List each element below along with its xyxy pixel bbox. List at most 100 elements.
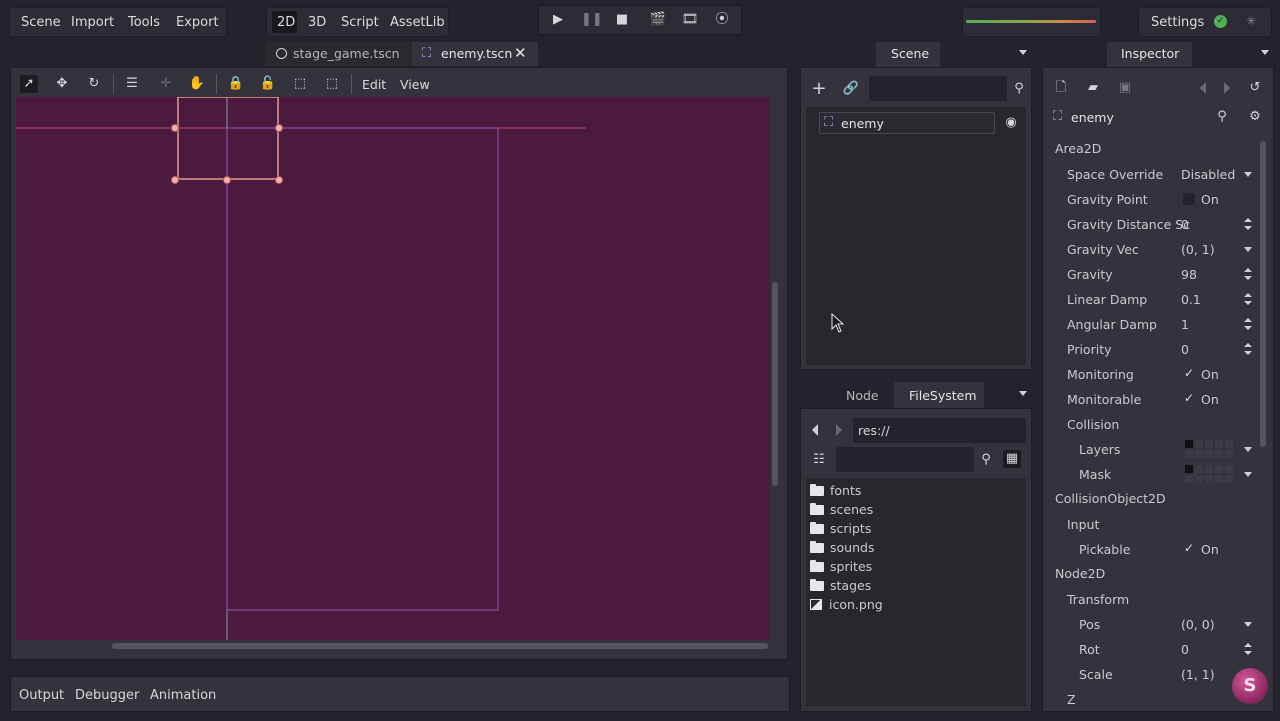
list-item[interactable]: scripts bbox=[810, 519, 871, 538]
inspector-dock-menu-icon[interactable] bbox=[1261, 50, 1269, 55]
new-resource-icon[interactable]: 🗋 bbox=[1052, 79, 1070, 97]
add-node-icon[interactable]: + bbox=[810, 80, 828, 98]
scene-dock-tab[interactable]: Scene bbox=[876, 42, 940, 67]
path-field[interactable]: res:// bbox=[853, 418, 1026, 443]
mask-bit[interactable] bbox=[1215, 465, 1223, 473]
search-icon[interactable]: ⚲ bbox=[1010, 80, 1028, 98]
tab-enemy[interactable]: ⛶ enemy.tscn ✕ bbox=[412, 42, 538, 66]
chevron-down-icon[interactable] bbox=[1244, 172, 1252, 177]
scene-dock-menu-icon[interactable] bbox=[1019, 50, 1027, 55]
mask-bit-grid[interactable] bbox=[1185, 465, 1241, 483]
gear-icon[interactable]: ⚙ bbox=[1246, 108, 1264, 126]
mask-bit[interactable] bbox=[1225, 475, 1233, 483]
play-custom-scene-icon[interactable]: 🎞 bbox=[681, 11, 699, 29]
stepper-icon[interactable] bbox=[1244, 643, 1252, 655]
save-icon[interactable]: ▣ bbox=[1116, 79, 1134, 97]
play-icon[interactable]: ▶ bbox=[549, 11, 567, 29]
select-tool-icon[interactable]: ➚ bbox=[20, 75, 38, 93]
menu-import[interactable]: Import bbox=[71, 14, 114, 32]
layer-bit[interactable] bbox=[1225, 450, 1233, 458]
tab-node[interactable]: Node bbox=[846, 388, 879, 403]
mask-bit[interactable] bbox=[1205, 475, 1213, 483]
mask-bit-active[interactable] bbox=[1185, 465, 1193, 473]
layers-bit-grid[interactable] bbox=[1185, 440, 1241, 458]
collision-group-label[interactable]: Collision bbox=[1067, 417, 1119, 432]
stepper-icon[interactable] bbox=[1244, 343, 1252, 355]
filesystem-dock-menu-icon[interactable] bbox=[1019, 391, 1027, 396]
move-tool-icon[interactable]: ✥ bbox=[53, 75, 71, 93]
angular-damp-field[interactable]: 1 bbox=[1181, 317, 1189, 332]
workspace-3d-button[interactable]: 3D bbox=[308, 14, 326, 32]
gravity-point-checkbox[interactable] bbox=[1183, 193, 1195, 205]
back-arrow-icon[interactable] bbox=[812, 424, 818, 436]
file-search-input[interactable] bbox=[836, 447, 974, 472]
gravity-vec-field[interactable]: (0, 1) bbox=[1181, 242, 1215, 257]
stop-icon[interactable]: ■ bbox=[613, 11, 631, 29]
list-item[interactable]: fonts bbox=[810, 481, 861, 500]
history-icon[interactable]: ↺ bbox=[1246, 79, 1264, 97]
list-item[interactable]: stages bbox=[810, 576, 871, 595]
tab-stage-game[interactable]: stage_game.tscn bbox=[266, 42, 412, 66]
menu-tools[interactable]: Tools bbox=[128, 14, 160, 32]
scene-tree-root-item[interactable]: ⛶ enemy bbox=[819, 112, 995, 134]
space-override-select[interactable]: Disabled bbox=[1181, 167, 1235, 182]
list-item[interactable]: scenes bbox=[810, 500, 873, 519]
mask-bit[interactable] bbox=[1215, 475, 1223, 483]
list-item[interactable]: icon.png bbox=[810, 595, 883, 614]
visibility-icon[interactable]: ◉ bbox=[1002, 114, 1020, 132]
group-icon[interactable]: ⬚ bbox=[291, 75, 309, 93]
settings-menu[interactable]: Settings bbox=[1151, 14, 1204, 32]
bottom-tab-debugger[interactable]: Debugger bbox=[75, 688, 139, 703]
collapse-tree-icon[interactable]: ☷ bbox=[810, 451, 828, 469]
forward-arrow-icon[interactable] bbox=[836, 424, 842, 436]
remote-debug-icon[interactable]: ⦿ bbox=[713, 11, 731, 29]
grid-view-icon[interactable]: ▦ bbox=[1003, 450, 1021, 468]
rotate-tool-icon[interactable]: ↻ bbox=[85, 75, 103, 93]
section-area2d[interactable]: Area2D bbox=[1050, 137, 1252, 161]
gravity-field[interactable]: 98 bbox=[1181, 267, 1197, 282]
layer-bit-active[interactable] bbox=[1185, 440, 1193, 448]
bottom-tab-animation[interactable]: Animation bbox=[150, 688, 216, 703]
gravity-distance-field[interactable]: 0 bbox=[1181, 217, 1189, 232]
section-collisionobject2d[interactable]: CollisionObject2D bbox=[1050, 487, 1252, 511]
scale-field[interactable]: (1, 1) bbox=[1181, 667, 1215, 682]
pickable-checkbox[interactable]: ✓ bbox=[1184, 541, 1198, 555]
tab-filesystem[interactable]: FileSystem bbox=[894, 382, 984, 408]
scene-filter-input[interactable] bbox=[869, 76, 1007, 101]
section-node2d[interactable]: Node2D bbox=[1050, 562, 1252, 586]
inspector-scrollbar[interactable] bbox=[1260, 141, 1266, 447]
monitoring-checkbox[interactable]: ✓ bbox=[1184, 366, 1198, 380]
horizontal-scrollbar[interactable] bbox=[112, 643, 768, 649]
link-icon[interactable]: 🔗 bbox=[842, 80, 860, 98]
layer-bit[interactable] bbox=[1205, 450, 1213, 458]
close-icon[interactable]: ✕ bbox=[514, 44, 527, 62]
search-icon[interactable]: ⚲ bbox=[1213, 108, 1231, 126]
chevron-down-icon[interactable] bbox=[1244, 247, 1252, 252]
layer-bit[interactable] bbox=[1225, 440, 1233, 448]
stepper-icon[interactable] bbox=[1244, 218, 1252, 230]
stepper-icon[interactable] bbox=[1244, 268, 1252, 280]
stepper-icon[interactable] bbox=[1244, 318, 1252, 330]
stepper-icon[interactable] bbox=[1244, 293, 1252, 305]
menu-scene[interactable]: Scene bbox=[21, 14, 61, 32]
list-item[interactable]: sprites bbox=[810, 557, 872, 576]
mask-bit[interactable] bbox=[1225, 465, 1233, 473]
viewport-edit-menu[interactable]: Edit bbox=[362, 77, 386, 92]
history-forward-icon[interactable] bbox=[1224, 82, 1230, 94]
chevron-down-icon[interactable] bbox=[1244, 472, 1252, 477]
workspace-script-button[interactable]: Script bbox=[341, 14, 379, 32]
list-item[interactable]: sounds bbox=[810, 538, 874, 557]
pause-icon[interactable]: ❚❚ bbox=[581, 11, 603, 29]
layer-bit[interactable] bbox=[1205, 440, 1213, 448]
lock-icon[interactable]: 🔒 bbox=[227, 75, 245, 93]
play-scene-icon[interactable]: 🎬 bbox=[649, 11, 667, 29]
layer-bit[interactable] bbox=[1195, 450, 1203, 458]
unlock-icon[interactable]: 🔓 bbox=[259, 75, 277, 93]
input-group-label[interactable]: Input bbox=[1067, 517, 1099, 532]
pos-field[interactable]: (0, 0) bbox=[1181, 617, 1215, 632]
pan-tool-icon[interactable]: ✋ bbox=[188, 75, 206, 93]
list-select-icon[interactable]: ☰ bbox=[123, 75, 141, 93]
workspace-assetlib-button[interactable]: AssetLib bbox=[390, 14, 445, 32]
open-folder-icon[interactable]: ▰ bbox=[1084, 79, 1102, 97]
mask-bit[interactable] bbox=[1205, 465, 1213, 473]
